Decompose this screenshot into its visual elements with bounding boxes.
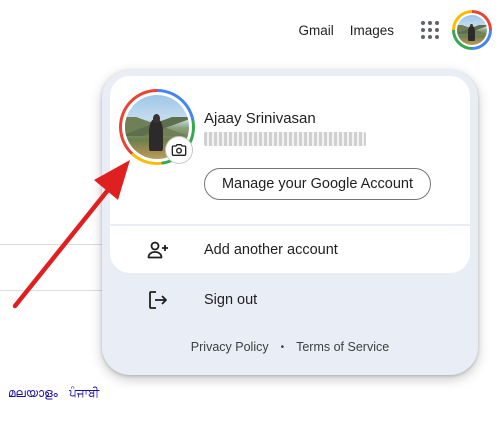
annotation-arrow-icon (12, 160, 130, 309)
